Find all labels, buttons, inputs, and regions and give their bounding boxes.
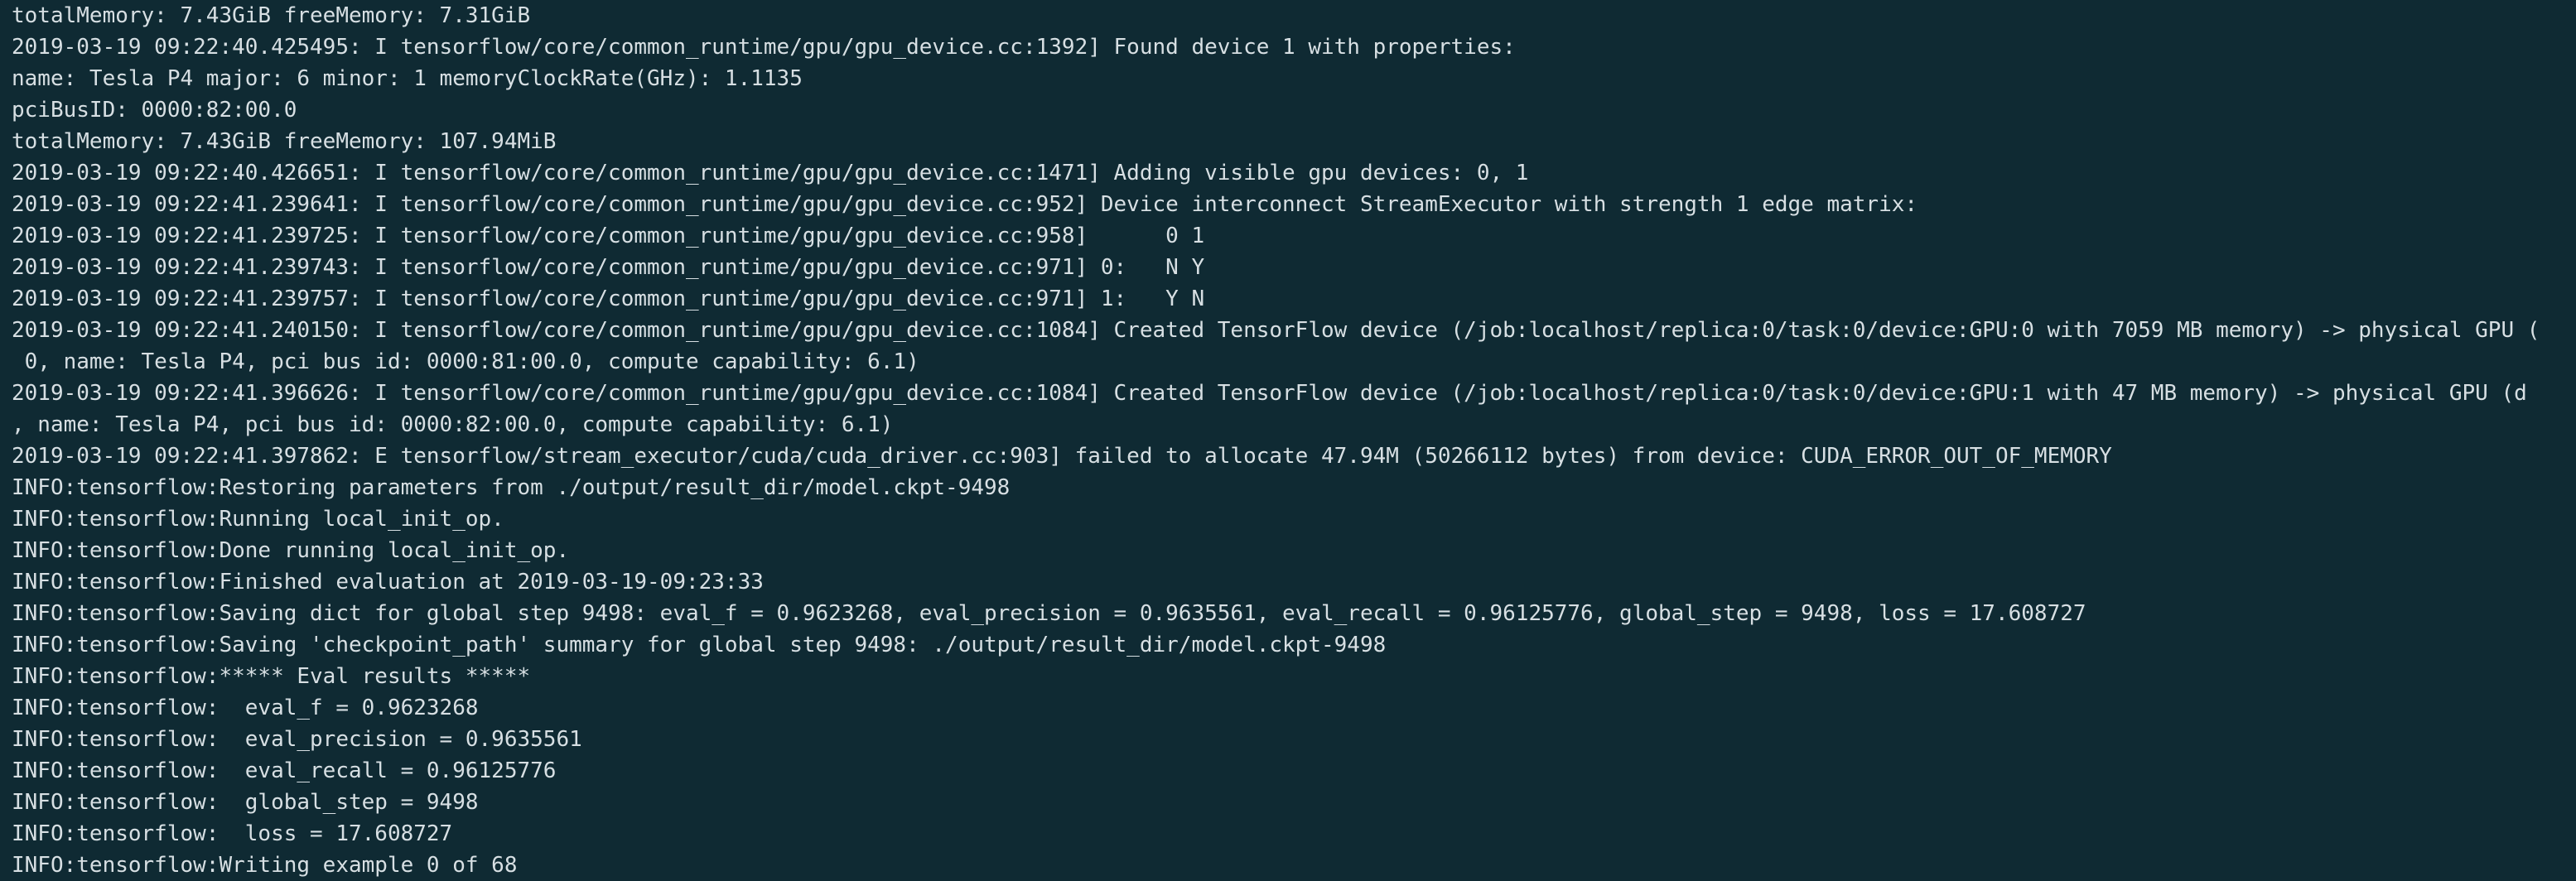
terminal-line: INFO:tensorflow:***** Eval results ***** (12, 664, 531, 689)
terminal-line: INFO:tensorflow:Done running local_init_… (12, 538, 570, 563)
terminal-line: 2019-03-19 09:22:41.240150: I tensorflow… (12, 318, 2540, 343)
terminal-line: 2019-03-19 09:22:41.396626: I tensorflow… (12, 381, 2527, 406)
terminal-line: INFO:tensorflow:Writing example 0 of 68 (12, 853, 518, 878)
terminal-line: 2019-03-19 09:22:41.397862: E tensorflow… (12, 444, 2112, 469)
terminal-line: , name: Tesla P4, pci bus id: 0000:82:00… (12, 412, 894, 437)
terminal-line: INFO:tensorflow: eval_f = 0.9623268 (12, 696, 479, 720)
terminal-line: 0, name: Tesla P4, pci bus id: 0000:81:0… (12, 349, 919, 374)
terminal-line: INFO:tensorflow:Restoring parameters fro… (12, 475, 1011, 500)
terminal-output[interactable]: totalMemory: 7.43GiB freeMemory: 7.31GiB… (0, 0, 2576, 881)
terminal-line: INFO:tensorflow: loss = 17.608727 (12, 821, 453, 846)
terminal-line: INFO:tensorflow: eval_recall = 0.9612577… (12, 758, 557, 783)
terminal-line: 2019-03-19 09:22:41.239743: I tensorflow… (12, 255, 1205, 280)
terminal-line: totalMemory: 7.43GiB freeMemory: 7.31GiB (12, 3, 531, 28)
terminal-line: INFO:tensorflow:Running local_init_op. (12, 507, 504, 532)
terminal-line: 2019-03-19 09:22:41.239725: I tensorflow… (12, 224, 1205, 248)
terminal-line: INFO:tensorflow:Saving dict for global s… (12, 601, 2086, 626)
terminal-line: 2019-03-19 09:22:41.239641: I tensorflow… (12, 192, 1918, 217)
terminal-line: totalMemory: 7.43GiB freeMemory: 107.94M… (12, 129, 557, 154)
terminal-line: 2019-03-19 09:22:40.425495: I tensorflow… (12, 35, 1516, 60)
terminal-line: INFO:tensorflow:Saving 'checkpoint_path'… (12, 633, 1387, 657)
terminal-line: 2019-03-19 09:22:41.239757: I tensorflow… (12, 286, 1205, 311)
terminal-line: INFO:tensorflow:Finished evaluation at 2… (12, 570, 764, 595)
terminal-line: 2019-03-19 09:22:40.426651: I tensorflow… (12, 161, 1529, 185)
terminal-line: INFO:tensorflow: global_step = 9498 (12, 790, 479, 815)
terminal-line: pciBusID: 0000:82:00.0 (12, 98, 297, 123)
terminal-line: INFO:tensorflow: eval_precision = 0.9635… (12, 727, 582, 752)
terminal-line: name: Tesla P4 major: 6 minor: 1 memoryC… (12, 66, 803, 91)
